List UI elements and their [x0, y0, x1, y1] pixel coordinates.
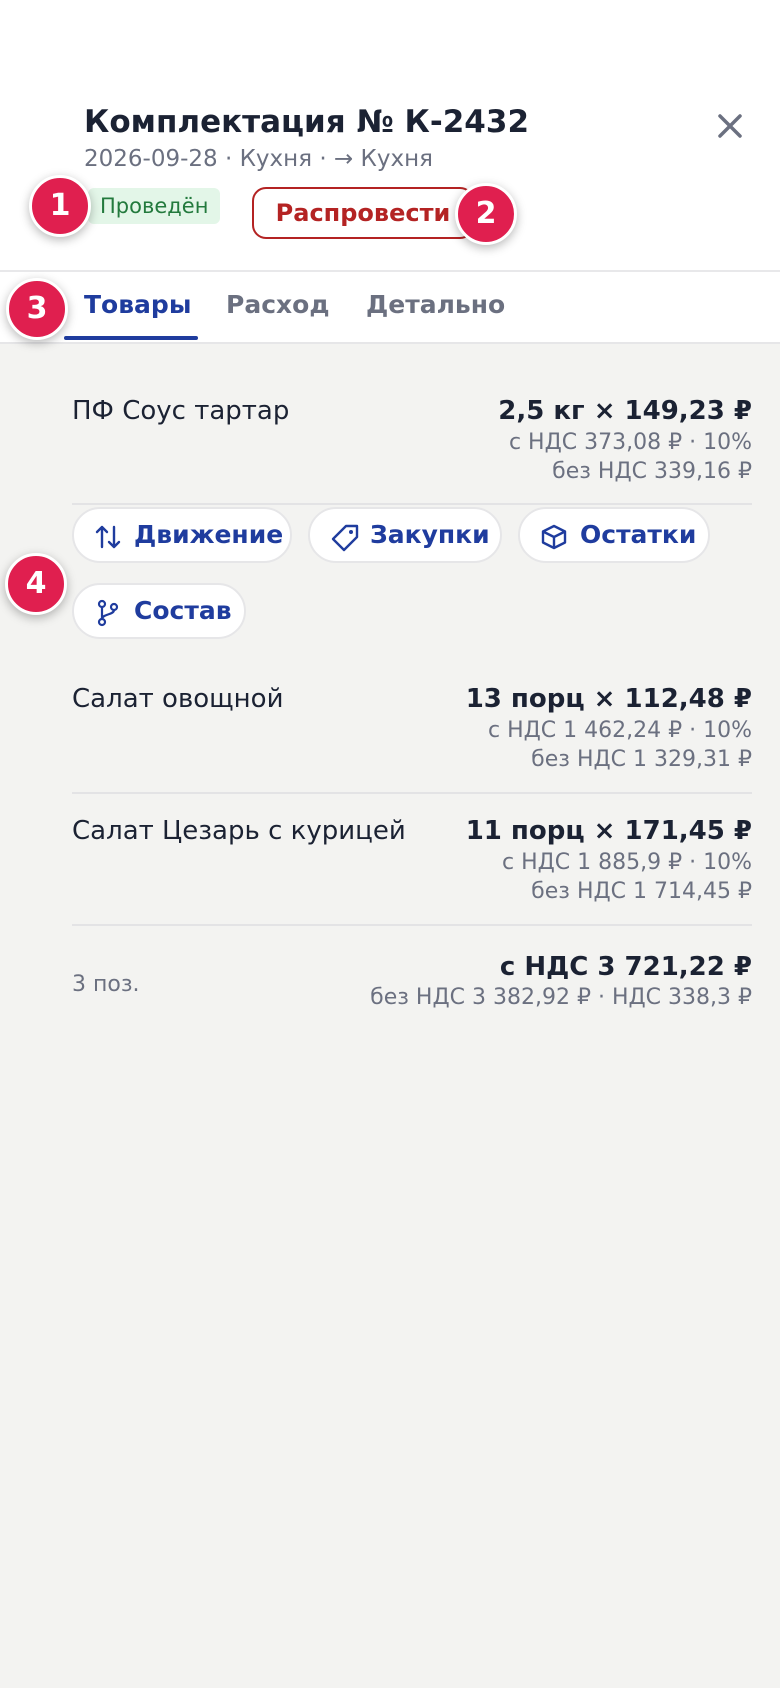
item-with-vat: с НДС 1 462,24 ₽ · 10% [487, 718, 752, 743]
marker-badge: 4 [5, 553, 67, 615]
document-header: Комплектация № К-2432 2026-09-28 · Кухня… [0, 0, 780, 272]
item-name: ПФ Соус тартар [72, 396, 290, 426]
box-icon [541, 524, 567, 550]
movement-button[interactable]: Движение [72, 507, 292, 563]
tab-bar: Товары Расход Детально [0, 272, 780, 344]
composition-label: Состав [134, 596, 232, 625]
item-quantity-price: 13 порц × 112,48 ₽ [465, 684, 752, 714]
item-without-vat: без НДС 1 714,45 ₽ [531, 879, 752, 904]
marker-badge: 2 [455, 183, 517, 245]
purchases-button[interactable]: Закупки [308, 507, 502, 563]
divider [72, 792, 752, 794]
composition-button[interactable]: Состав [72, 583, 246, 639]
item-with-vat: с НДС 373,08 ₽ · 10% [508, 430, 752, 455]
list-item[interactable]: ПФ Соус тартар 2,5 кг × 149,23 ₽ с НДС 3… [72, 396, 752, 486]
item-quantity-price: 11 порц × 171,45 ₽ [465, 816, 752, 846]
tab-goods[interactable]: Товары [84, 290, 191, 319]
marker-badge: 1 [29, 175, 91, 237]
movement-label: Движение [134, 520, 284, 549]
stock-button[interactable]: Остатки [518, 507, 710, 563]
status-badge: Проведён [88, 188, 221, 224]
divider [72, 503, 752, 505]
total-without-vat: без НДС 3 382,92 ₽ · НДС 338,3 ₽ [370, 985, 752, 1010]
document-title: Комплектация № К-2432 [84, 104, 530, 140]
document-subtitle: 2026-09-28 · Кухня · → Кухня [84, 146, 433, 172]
tag-icon [331, 524, 359, 552]
item-without-vat: без НДС 1 329,31 ₽ [531, 747, 752, 772]
stock-label: Остатки [580, 520, 697, 549]
items-count: 3 поз. [72, 972, 140, 997]
list-item[interactable]: Салат овощной 13 порц × 112,48 ₽ с НДС 1… [72, 684, 752, 774]
purchases-label: Закупки [370, 520, 490, 549]
tab-consumption[interactable]: Расход [226, 290, 330, 319]
divider [72, 924, 752, 926]
item-quantity-price: 2,5 кг × 149,23 ₽ [498, 396, 752, 426]
item-without-vat: без НДС 339,16 ₽ [552, 459, 752, 484]
close-icon[interactable] [712, 108, 748, 144]
list-item[interactable]: Салат Цезарь с курицей 11 порц × 171,45 … [72, 816, 752, 906]
branch-icon [97, 599, 119, 627]
item-with-vat: с НДС 1 885,9 ₽ · 10% [501, 850, 752, 875]
unpost-button[interactable]: Распровести [252, 187, 474, 239]
item-name: Салат овощной [72, 684, 284, 714]
marker-badge: 3 [6, 278, 68, 340]
total-with-vat: с НДС 3 721,22 ₽ [499, 952, 752, 982]
arrows-up-down-icon [95, 525, 121, 549]
active-tab-indicator [64, 336, 198, 340]
item-name: Салат Цезарь с курицей [72, 816, 406, 846]
tab-details[interactable]: Детально [366, 290, 505, 319]
